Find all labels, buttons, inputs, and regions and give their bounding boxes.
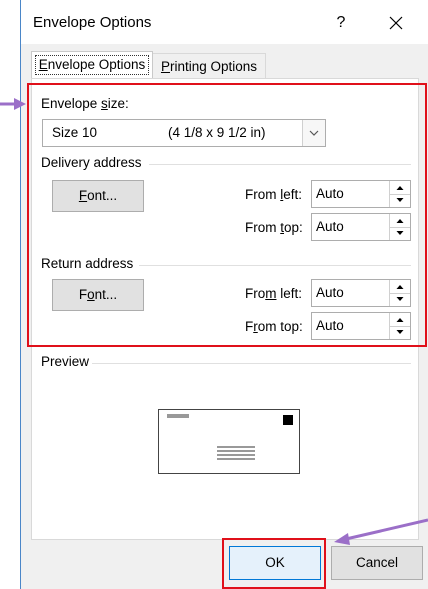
delivery-group-line [149,164,411,165]
help-button[interactable]: ? [326,10,356,36]
triangle-up-icon [396,219,404,223]
envelope-size-value: Size 10 [52,125,98,140]
envelope-options-dialog: Envelope Options ? Envelope Options Prin… [21,0,428,589]
envelope-size-dims: (4 1/8 x 9 1/2 in) [168,125,266,140]
return-from-left-label: From left: [245,286,303,301]
delivery-address-heading: Delivery address [41,155,142,170]
cancel-button[interactable]: Cancel [331,546,423,580]
title-bar: Envelope Options ? [21,0,428,44]
delivery-from-left-field[interactable]: Auto [311,180,411,208]
spin-up-button[interactable] [390,313,410,327]
triangle-up-icon [396,186,404,190]
envelope-preview-graphic [167,414,293,460]
delivery-from-left-label: From left: [245,187,303,202]
triangle-down-icon [396,198,404,202]
spin-down-button[interactable] [390,227,410,240]
return-from-top-field[interactable]: Auto [311,312,411,340]
spin-up-button[interactable] [390,214,410,228]
return-from-left-field[interactable]: Auto [311,279,411,307]
preview-group-line [92,363,411,364]
tab-printing-options[interactable]: Printing Options [152,53,266,78]
spin-up-button[interactable] [390,181,410,195]
envelope-preview [158,409,300,474]
dialog-title: Envelope Options [33,14,152,31]
triangle-down-icon [396,231,404,235]
ok-highlight-box [222,538,326,589]
spin-up-button[interactable] [390,280,410,294]
tab-envelope-options[interactable]: Envelope Options [31,51,153,78]
envelope-size-select[interactable]: Size 10 (4 1/8 x 9 1/2 in) [42,119,326,147]
spin-down-button[interactable] [390,293,410,306]
envelope-options-panel: Envelope size: Size 10 (4 1/8 x 9 1/2 in… [31,78,419,540]
triangle-up-icon [396,285,404,289]
chevron-down-icon [309,130,319,136]
preview-heading: Preview [41,354,90,369]
triangle-down-icon [396,297,404,301]
delivery-from-top-label: From top: [245,220,303,235]
return-group-line [139,265,411,266]
return-font-button[interactable]: Font... [52,279,144,311]
return-from-top-label: From top: [245,319,303,334]
triangle-down-icon [396,330,404,334]
close-button[interactable] [376,8,416,36]
spin-down-button[interactable] [390,326,410,339]
delivery-from-top-field[interactable]: Auto [311,213,411,241]
envelope-size-label: Envelope size: [41,96,129,111]
spin-down-button[interactable] [390,194,410,207]
close-icon [389,16,403,29]
delivery-font-button[interactable]: Font... [52,180,144,212]
return-address-heading: Return address [41,256,134,271]
triangle-up-icon [396,318,404,322]
dropdown-arrow[interactable] [302,120,325,146]
